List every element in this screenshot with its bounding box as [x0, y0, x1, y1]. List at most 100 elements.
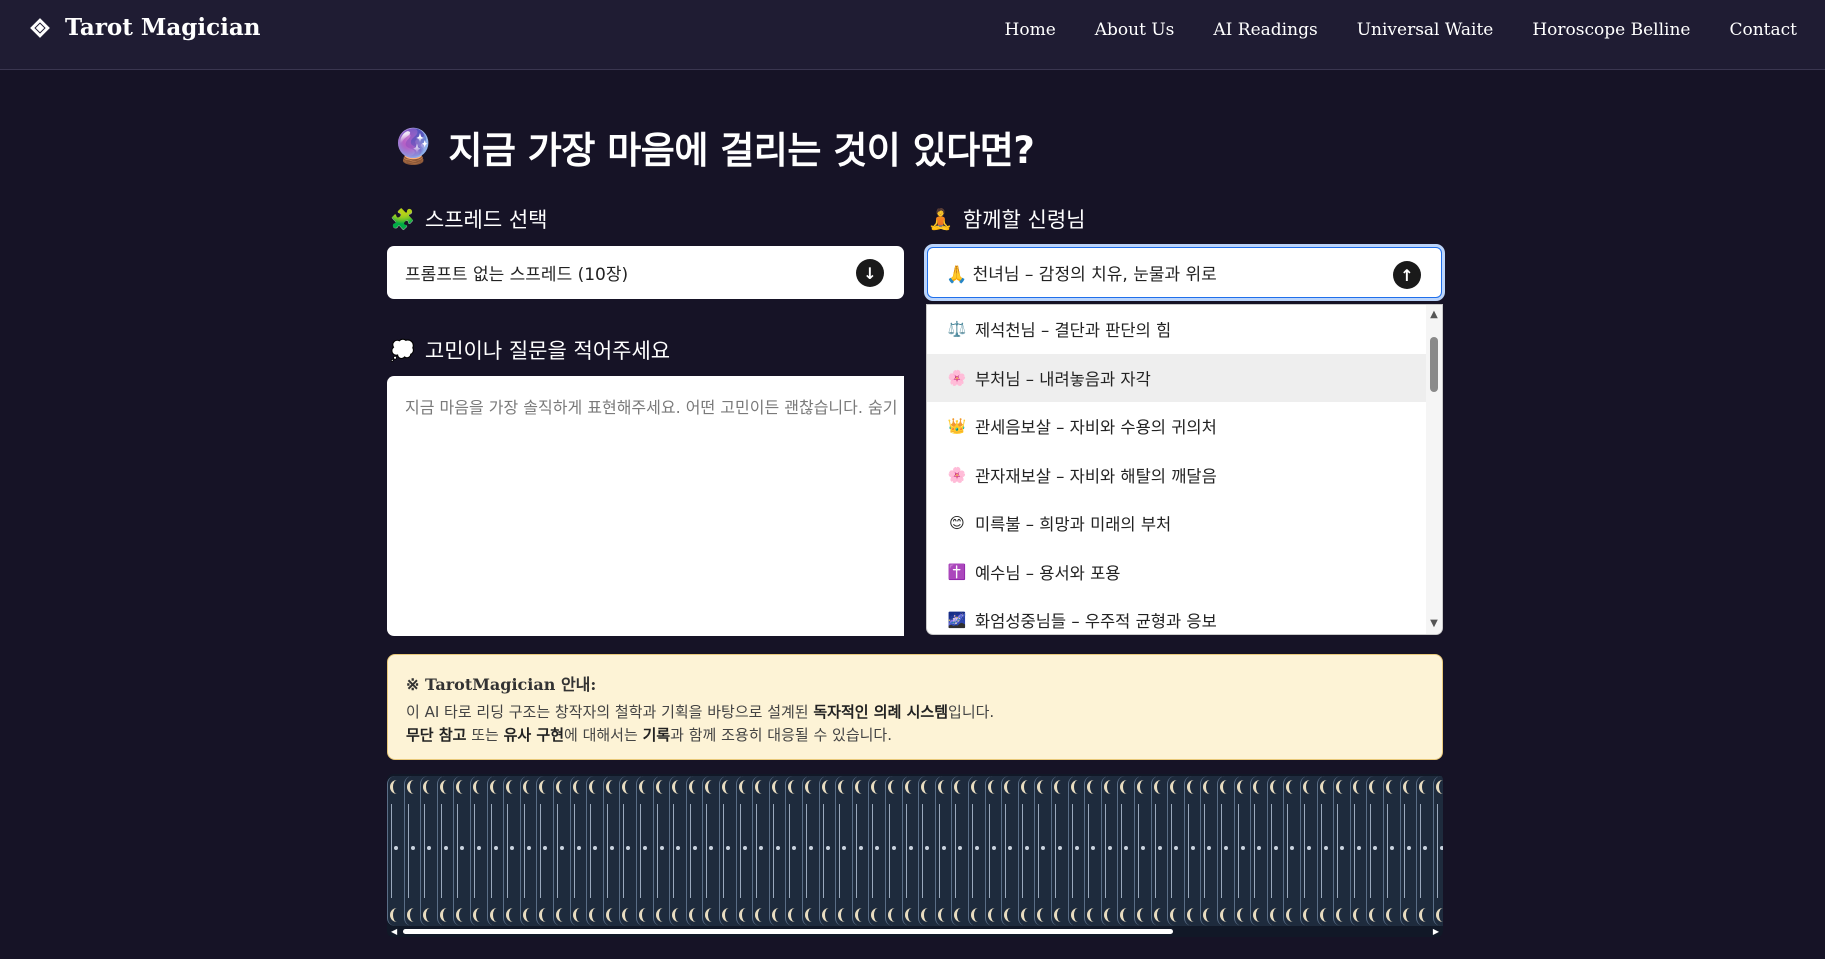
crown-icon: 👑 — [947, 417, 967, 436]
deity-option[interactable]: 🌸 관자재보살 – 자비와 해탈의 깨달음 — [927, 451, 1442, 500]
nav-link-horoscope-belline[interactable]: Horoscope Belline — [1532, 20, 1690, 40]
card-ornament — [640, 804, 654, 898]
moon-icon — [556, 780, 570, 794]
card-ornament — [742, 846, 747, 850]
card-ornament — [1304, 804, 1318, 898]
card-ornament — [1273, 846, 1278, 850]
deck-scrollbar-thumb[interactable] — [403, 929, 1173, 934]
nav-link-ai-readings[interactable]: AI Readings — [1213, 20, 1317, 40]
deity-option[interactable]: 🌌 화엄성중님들 – 우주적 균형과 응보 — [927, 596, 1442, 634]
card-ornament — [1240, 846, 1245, 850]
scroll-right-icon[interactable]: ▶ — [1433, 926, 1439, 937]
moon-icon — [1253, 908, 1267, 922]
moon-icon — [888, 908, 902, 922]
deity-option[interactable]: 🌸 부처님 – 내려놓음과 자각 — [927, 353, 1426, 402]
nav-link-contact[interactable]: Contact — [1729, 20, 1797, 40]
moon-icon — [655, 908, 670, 922]
moon-icon — [705, 780, 719, 794]
moon-icon — [1419, 908, 1433, 922]
cross-icon: ✝️ — [947, 562, 967, 581]
moon-icon — [1120, 908, 1134, 922]
scroll-left-icon[interactable]: ◀ — [391, 926, 397, 937]
card-ornament — [1141, 846, 1145, 850]
moon-icon — [1386, 908, 1400, 922]
galaxy-icon: 🌌 — [947, 611, 967, 630]
moon-icon — [805, 780, 819, 794]
moon-icon — [805, 908, 819, 922]
nav-link-universal-waite[interactable]: Universal Waite — [1357, 20, 1494, 40]
tarot-card-back[interactable] — [1432, 776, 1443, 926]
arrow-down-icon: ↓ — [856, 259, 884, 287]
moon-icon — [971, 780, 985, 794]
brand-logo[interactable]: Tarot Magician — [30, 14, 260, 41]
moon-icon — [390, 780, 404, 794]
moon-icon — [506, 908, 520, 922]
moon-icon — [639, 908, 653, 922]
card-ornament — [1307, 846, 1311, 850]
moon-icon — [1153, 908, 1168, 922]
moon-icon — [1236, 780, 1251, 794]
moon-icon — [1269, 908, 1284, 922]
moon-icon — [755, 780, 769, 794]
card-ornament — [391, 804, 405, 898]
card-ornament — [443, 846, 448, 850]
moon-icon — [1037, 780, 1051, 794]
card-ornament — [1138, 804, 1152, 898]
moon-icon — [1319, 780, 1334, 794]
card-ornament — [394, 846, 398, 850]
moon-icon — [1120, 780, 1134, 794]
moon-icon — [556, 908, 570, 922]
moon-icon — [390, 908, 404, 922]
moon-icon — [456, 908, 470, 922]
scroll-up-icon[interactable]: ▲ — [1426, 307, 1442, 323]
deck-scrollbar[interactable]: ◀ ▶ — [389, 926, 1441, 937]
spread-select[interactable]: 프롬프트 없는 스프레드 (10장) ↓ — [387, 246, 904, 299]
moon-icon — [1236, 908, 1251, 922]
moon-icon — [622, 780, 636, 794]
deity-select[interactable]: 🙏 천녀님 – 감정의 치유, 눈물과 위로 ↑ — [924, 244, 1445, 301]
card-ornament — [889, 804, 903, 898]
dropdown-scrollbar[interactable]: ▲ ▼ — [1426, 305, 1442, 634]
moon-icon — [1435, 908, 1443, 922]
spread-select-value: 프롬프트 없는 스프레드 (10장) — [405, 265, 629, 285]
deity-option[interactable]: ✝️ 예수님 – 용서와 포용 — [927, 548, 1442, 597]
moon-icon — [1054, 780, 1068, 794]
moon-icon — [688, 780, 703, 794]
tarot-card-deck[interactable]: ◀ ▶ — [387, 774, 1443, 937]
moon-icon — [954, 908, 968, 922]
moon-icon — [522, 908, 537, 922]
deity-select-value: 🙏 천녀님 – 감정의 치유, 눈물과 위로 — [946, 265, 1217, 285]
card-ornament — [1406, 846, 1411, 850]
deity-option[interactable]: 👑 관세음보살 – 자비와 수용의 귀의처 — [927, 402, 1442, 451]
moon-icon — [788, 780, 802, 794]
deity-dropdown-list: ⚖️ 제석천님 – 결단과 판단의 힘 🌸 부처님 – 내려놓음과 자각 👑 관… — [926, 304, 1443, 635]
moon-icon — [1286, 780, 1300, 794]
card-ornament — [410, 846, 415, 850]
scroll-down-icon[interactable]: ▼ — [1426, 616, 1442, 632]
deity-option[interactable]: ⚖️ 제석천님 – 결단과 판단의 힘 — [927, 305, 1442, 354]
moon-icon — [888, 780, 902, 794]
card-ornament — [1055, 804, 1069, 898]
crystal-ball-icon: 🔮 — [392, 127, 435, 167]
question-textarea[interactable]: 지금 마음을 가장 솔직하게 표현해주세요. 어떤 고민이든 괜찮습니다. 숨기 — [387, 376, 904, 636]
flower-icon: 🌸 — [947, 368, 967, 387]
moon-icon — [688, 908, 703, 922]
deity-option[interactable]: 😊 미륵불 – 희망과 미래의 부처 — [927, 499, 1442, 548]
nav-link-home[interactable]: Home — [1005, 20, 1056, 40]
moon-icon — [1303, 780, 1317, 794]
moon-icon — [854, 780, 869, 794]
card-ornament — [1024, 846, 1029, 850]
moon-icon — [987, 780, 1002, 794]
nav-link-about-us[interactable]: About Us — [1095, 20, 1175, 40]
card-ornament — [892, 846, 896, 850]
card-ornament — [1157, 846, 1162, 850]
meditation-icon: 🧘 — [928, 207, 953, 231]
moon-icon — [1336, 780, 1350, 794]
moon-icon — [539, 908, 553, 922]
moon-icon — [1087, 780, 1101, 794]
scrollbar-thumb[interactable] — [1430, 337, 1438, 392]
moon-icon — [423, 780, 437, 794]
moon-icon — [1186, 780, 1201, 794]
moon-icon — [1402, 780, 1417, 794]
moon-icon — [904, 908, 919, 922]
